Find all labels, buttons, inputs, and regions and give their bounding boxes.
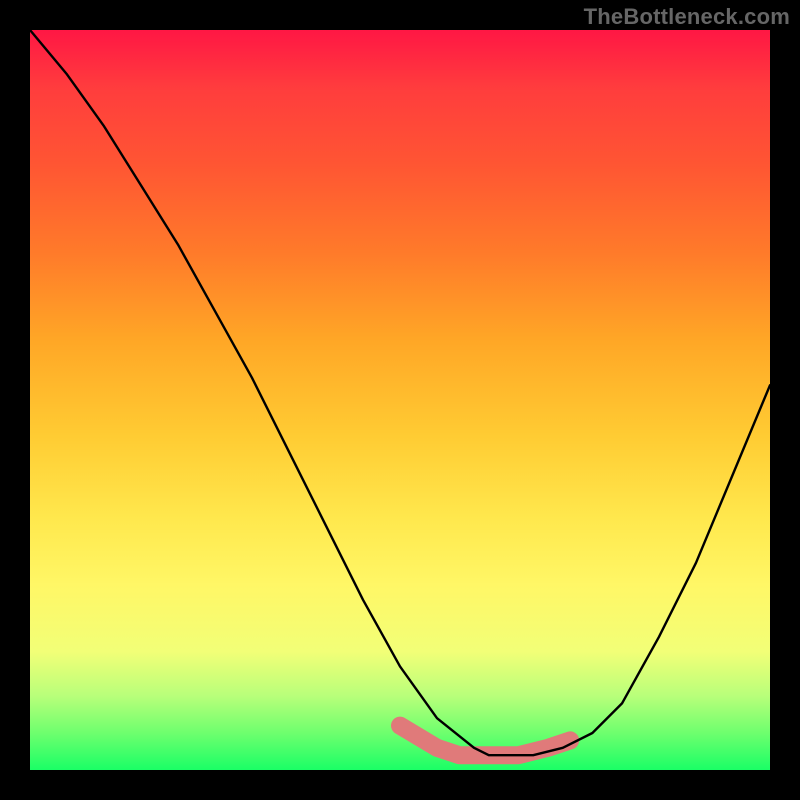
optimal-zone-highlight: [400, 726, 570, 756]
bottleneck-curve: [30, 30, 770, 755]
plot-area: [30, 30, 770, 770]
chart-frame: TheBottleneck.com: [0, 0, 800, 800]
chart-svg: [30, 30, 770, 770]
watermark-text: TheBottleneck.com: [584, 4, 790, 30]
